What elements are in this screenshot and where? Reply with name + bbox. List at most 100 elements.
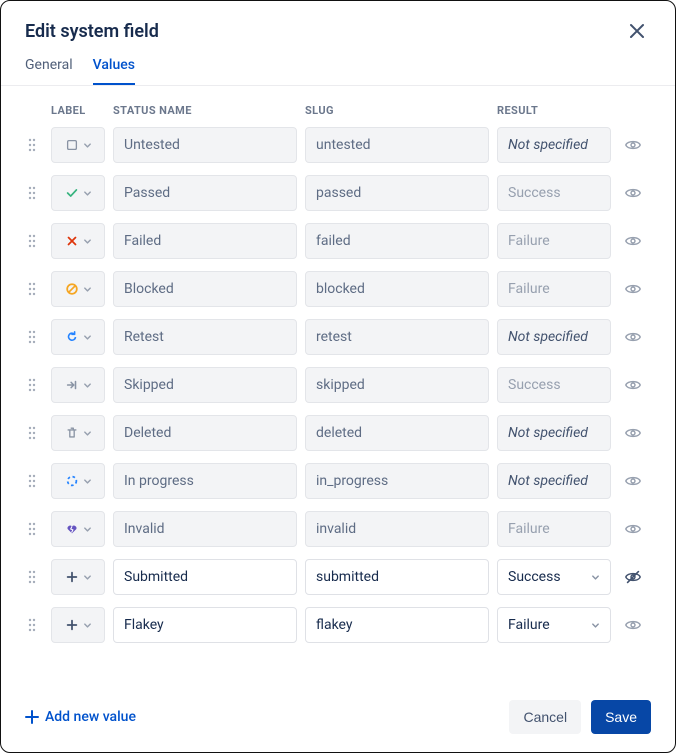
result-select[interactable]: Success [497, 559, 611, 595]
drag-handle[interactable] [21, 473, 43, 489]
slug-input[interactable]: in_progress [305, 463, 489, 499]
slug-input[interactable]: invalid [305, 511, 489, 547]
drag-handle[interactable] [21, 425, 43, 441]
value-row: BlockedblockedFailure [21, 271, 655, 307]
value-row: InvalidinvalidFailure [21, 511, 655, 547]
icon-picker[interactable] [51, 559, 105, 595]
visibility-toggle-visible[interactable] [619, 232, 647, 250]
result-locked: Not specified [497, 415, 611, 451]
status-name-input[interactable]: Submitted [113, 559, 297, 595]
status-name-input[interactable]: Invalid [113, 511, 297, 547]
slug-input[interactable]: passed [305, 175, 489, 211]
result-locked: Not specified [497, 463, 611, 499]
drag-handle[interactable] [21, 137, 43, 153]
close-button[interactable] [623, 17, 651, 45]
value-row: FailedfailedFailure [21, 223, 655, 259]
slug-input[interactable]: deleted [305, 415, 489, 451]
check-icon [64, 185, 80, 201]
visibility-toggle-visible[interactable] [619, 280, 647, 298]
chevron-down-icon [83, 429, 92, 438]
slug-input[interactable]: untested [305, 127, 489, 163]
chevron-down-icon [83, 381, 92, 390]
status-name-input[interactable]: Skipped [113, 367, 297, 403]
result-locked: Success [497, 175, 611, 211]
add-new-label: Add new value [45, 709, 136, 725]
drag-handle[interactable] [21, 185, 43, 201]
drag-handle[interactable] [21, 233, 43, 249]
visibility-toggle-visible[interactable] [619, 376, 647, 394]
icon-picker[interactable] [51, 175, 105, 211]
icon-picker[interactable] [51, 463, 105, 499]
slug-input[interactable]: submitted [305, 559, 489, 595]
tab-values[interactable]: Values [93, 57, 135, 85]
value-row: Flakeyflakey Failure [21, 607, 655, 643]
value-row: PassedpassedSuccess [21, 175, 655, 211]
slug-input[interactable]: blocked [305, 271, 489, 307]
tabs: General Values [1, 45, 675, 86]
cancel-button[interactable]: Cancel [509, 700, 581, 734]
result-value: Failure [508, 617, 550, 633]
status-name-input[interactable]: Failed [113, 223, 297, 259]
slug-input[interactable]: flakey [305, 607, 489, 643]
cross-icon [64, 233, 80, 249]
chevron-down-icon [83, 525, 92, 534]
result-value: Success [508, 569, 561, 585]
value-row: UntesteduntestedNot specified [21, 127, 655, 163]
visibility-toggle-visible[interactable] [619, 616, 647, 634]
slug-input[interactable]: skipped [305, 367, 489, 403]
chevron-down-icon [83, 477, 92, 486]
chevron-down-icon [83, 141, 92, 150]
save-button[interactable]: Save [591, 700, 651, 734]
drag-handle[interactable] [21, 281, 43, 297]
col-status-name: STATUS NAME [113, 104, 297, 117]
col-result: RESULT [497, 104, 611, 117]
visibility-toggle-visible[interactable] [619, 328, 647, 346]
tab-general[interactable]: General [25, 57, 73, 85]
status-name-input[interactable]: Untested [113, 127, 297, 163]
status-name-input[interactable]: Deleted [113, 415, 297, 451]
value-row: DeleteddeletedNot specified [21, 415, 655, 451]
visibility-toggle-visible[interactable] [619, 424, 647, 442]
icon-picker[interactable] [51, 319, 105, 355]
icon-picker[interactable] [51, 511, 105, 547]
result-select[interactable]: Failure [497, 607, 611, 643]
chevron-down-icon [591, 621, 600, 630]
retry-icon [64, 329, 80, 345]
status-name-input[interactable]: Blocked [113, 271, 297, 307]
chevron-down-icon [83, 333, 92, 342]
chevron-down-icon [83, 189, 92, 198]
status-name-input[interactable]: In progress [113, 463, 297, 499]
drag-handle[interactable] [21, 617, 43, 633]
icon-picker[interactable] [51, 607, 105, 643]
visibility-toggle-visible[interactable] [619, 136, 647, 154]
icon-picker[interactable] [51, 415, 105, 451]
drag-handle[interactable] [21, 569, 43, 585]
plus-icon [64, 617, 80, 633]
visibility-toggle-visible[interactable] [619, 184, 647, 202]
visibility-toggle-visible[interactable] [619, 472, 647, 490]
add-new-value-button[interactable]: Add new value [25, 709, 136, 725]
visibility-toggle-visible[interactable] [619, 520, 647, 538]
plus-icon [25, 710, 39, 724]
icon-picker[interactable] [51, 367, 105, 403]
visibility-toggle-hidden[interactable] [619, 568, 647, 586]
icon-picker[interactable] [51, 127, 105, 163]
drag-handle[interactable] [21, 377, 43, 393]
status-name-input[interactable]: Flakey [113, 607, 297, 643]
status-name-input[interactable]: Passed [113, 175, 297, 211]
status-name-input[interactable]: Retest [113, 319, 297, 355]
plus-icon [64, 569, 80, 585]
value-row: RetestretestNot specified [21, 319, 655, 355]
drag-handle[interactable] [21, 329, 43, 345]
drag-handle[interactable] [21, 521, 43, 537]
modal-footer: Add new value Cancel Save [1, 686, 675, 752]
slug-input[interactable]: retest [305, 319, 489, 355]
icon-picker[interactable] [51, 271, 105, 307]
square-icon [64, 137, 80, 153]
forbid-icon [64, 281, 80, 297]
slug-input[interactable]: failed [305, 223, 489, 259]
icon-picker[interactable] [51, 223, 105, 259]
chevron-down-icon [83, 621, 92, 630]
value-row: SkippedskippedSuccess [21, 367, 655, 403]
value-row: In progressin_progressNot specified [21, 463, 655, 499]
